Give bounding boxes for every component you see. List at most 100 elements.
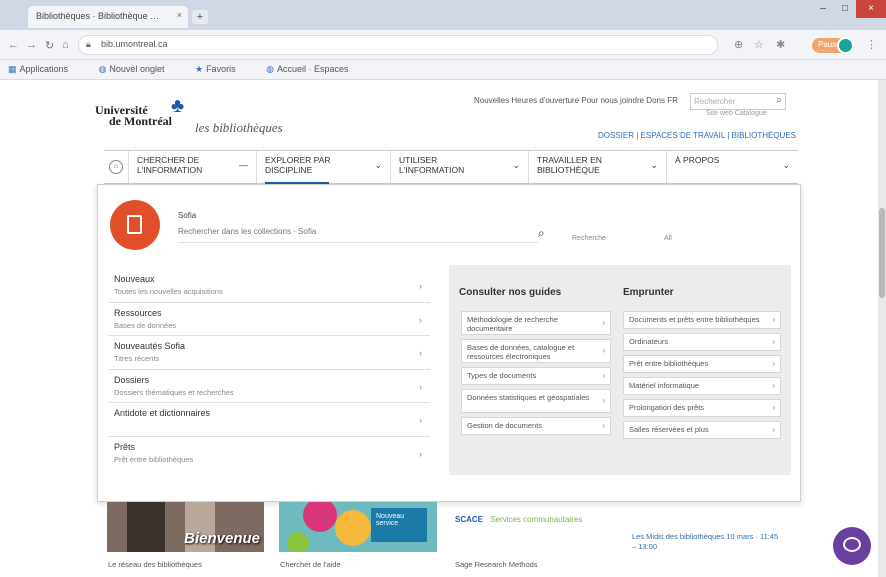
- list-item[interactable]: Nouveautés Sofia Titres récents ›: [108, 336, 430, 370]
- emprunter-link[interactable]: Salles réservées et plus ›: [623, 421, 781, 439]
- site-search-input[interactable]: Rechercher ⌕: [690, 93, 786, 110]
- lock-icon: 🔒︎: [86, 39, 91, 49]
- scace-text: Services communautaires: [490, 515, 583, 524]
- globe-icon: ◍: [98, 64, 107, 74]
- browser-tab[interactable]: Bibliothèques · Bibliothèque … ×: [28, 6, 188, 28]
- close-tab-icon[interactable]: ×: [177, 10, 182, 20]
- list-item[interactable]: Ressources Bases de données ›: [108, 303, 430, 336]
- caption-link[interactable]: Sage Research Methods: [455, 560, 538, 569]
- star-icon[interactable]: ☆: [754, 38, 764, 51]
- bookmarks-bar: ▦ Applications ◍ Nouvel onglet ★ Favoris ◍ A…: [0, 60, 886, 80]
- service-banner[interactable]: Nouveau service: [279, 502, 437, 552]
- nav-label: TRAVAILLER EN BIBLIOTHÈQUE: [537, 155, 602, 175]
- nav-utiliser[interactable]: UTILISER L'INFORMATION ⌄: [390, 151, 528, 183]
- page-scrollbar[interactable]: [878, 80, 886, 577]
- emprunter-link[interactable]: Documents et prêts entre bibliothèques ›: [623, 311, 781, 329]
- search-icon[interactable]: ⌕: [776, 95, 782, 106]
- maximize-icon[interactable]: □: [834, 0, 856, 18]
- decorative-circle: [303, 502, 337, 532]
- sofia-search-label: Sofia: [178, 211, 197, 220]
- url-text: bib.umontreal.ca: [101, 39, 168, 49]
- search-filter-select[interactable]: All: [664, 235, 672, 242]
- list-item-title: Nouveaux: [114, 274, 155, 284]
- avatar: [837, 37, 854, 54]
- nav-travailler[interactable]: TRAVAILLER EN BIBLIOTHÈQUE ⌄: [528, 151, 666, 183]
- chat-button[interactable]: [833, 527, 871, 565]
- nav-explorer[interactable]: EXPLORER PAR DISCIPLINE ⌄: [256, 151, 390, 184]
- scace-banner[interactable]: SCACE Services communautaires: [455, 515, 605, 537]
- site-search-options[interactable]: Site web Catalogue: [706, 110, 767, 117]
- home-icon[interactable]: ⌂: [62, 39, 69, 51]
- bookmark-item[interactable]: ▦ Applications: [8, 64, 82, 74]
- list-item[interactable]: Nouveaux Toutes les nouvelles acquisition…: [108, 269, 430, 303]
- udem-logo-icon: ♣: [171, 95, 185, 117]
- star-icon: ★: [194, 64, 204, 74]
- search-scope-select[interactable]: Recherche: [572, 235, 606, 242]
- menu-icon[interactable]: ⋮: [866, 38, 877, 51]
- browser-titlebar: Bibliothèques · Bibliothèque … × + – □ ×: [0, 0, 886, 30]
- nav-label: EXPLORER PAR DISCIPLINE: [265, 155, 331, 175]
- top-links[interactable]: Nouvelles Heures d'ouverture Pour nous j…: [474, 96, 678, 105]
- emprunter-label: Prolongation des prêts: [629, 403, 705, 412]
- caption-link[interactable]: Le réseau des bibliothèques: [108, 560, 202, 569]
- guide-link[interactable]: Méthodologie de recherche documentaire ›: [461, 311, 611, 335]
- site-logo[interactable]: Université de Montréal ♣ les bibliothèqu…: [95, 96, 283, 134]
- chevron-right-icon: ›: [772, 425, 775, 434]
- profile-button[interactable]: Pause: [812, 37, 854, 54]
- reload-icon[interactable]: ↻: [45, 39, 54, 52]
- welcome-banner[interactable]: Bienvenue: [107, 502, 264, 552]
- emprunter-link[interactable]: Matériel informatique ›: [623, 377, 781, 395]
- sofia-search-input[interactable]: [178, 221, 538, 243]
- extension-icon[interactable]: ✱: [776, 38, 785, 51]
- emprunter-link[interactable]: Prolongation des prêts ›: [623, 399, 781, 417]
- guide-label: Gestion de documents: [467, 421, 543, 430]
- chevron-right-icon: ›: [419, 381, 422, 392]
- list-item[interactable]: Dossiers Dossiers thématiques et recherch…: [108, 370, 430, 403]
- search-icon[interactable]: ⌕: [538, 226, 545, 241]
- forward-icon[interactable]: →: [26, 39, 37, 51]
- back-icon[interactable]: ←: [8, 39, 19, 51]
- list-item-subtitle: Toutes les nouvelles acquisitions: [114, 287, 223, 296]
- zoom-icon[interactable]: ⊕: [734, 38, 743, 51]
- event-link[interactable]: Les Midis des bibliothèques 10 mars · 11…: [632, 532, 782, 552]
- photo-figure: [127, 502, 165, 552]
- new-tab-button[interactable]: +: [192, 10, 208, 24]
- address-bar[interactable]: 🔒︎ bib.umontreal.ca: [78, 35, 718, 55]
- chevron-right-icon: ›: [419, 348, 422, 358]
- guide-link[interactable]: Gestion de documents ›: [461, 417, 611, 435]
- apps-icon: ▦: [8, 64, 17, 74]
- chevron-down-icon: ⌄: [512, 160, 520, 170]
- chevron-right-icon: ›: [419, 415, 422, 425]
- guide-label: Bases de données, catalogue et ressource…: [467, 343, 575, 361]
- close-window-icon[interactable]: ×: [856, 0, 886, 18]
- emprunter-link[interactable]: Prêt entre bibliothèques ›: [623, 355, 781, 373]
- emprunter-heading: Emprunter: [623, 287, 674, 298]
- list-item[interactable]: Prêts Prêt entre bibliothèques ›: [108, 437, 430, 471]
- chevron-right-icon: ›: [602, 396, 605, 405]
- bookmark-item[interactable]: ◍ Accueil · Espaces: [266, 64, 362, 74]
- guide-link[interactable]: Types de documents ›: [461, 367, 611, 385]
- scrollbar-thumb[interactable]: [879, 208, 885, 298]
- chat-bubble-icon: [843, 537, 861, 552]
- bookmark-item[interactable]: ◍ Nouvel onglet: [99, 64, 179, 74]
- guide-link[interactable]: Données statistiques et géospatiales ›: [461, 389, 611, 413]
- decorative-circle: [287, 532, 309, 552]
- account-links[interactable]: DOSSIER | ESPACES DE TRAVAIL | BIBLIOTHÈ…: [598, 131, 796, 140]
- guides-panel: Consulter nos guides Emprunter Méthodolo…: [449, 265, 791, 475]
- nav-home[interactable]: ⌂: [104, 151, 128, 183]
- list-item[interactable]: Antidote et dictionnaires ›: [108, 403, 430, 437]
- minimize-icon[interactable]: –: [812, 0, 834, 18]
- nav-apropos[interactable]: À PROPOS ⌄: [666, 151, 798, 183]
- nav-label: UTILISER L'INFORMATION: [399, 155, 465, 175]
- chevron-right-icon: ›: [772, 359, 775, 368]
- bookmark-item[interactable]: ★ Favoris: [195, 64, 250, 74]
- chevron-right-icon: ›: [772, 315, 775, 324]
- chevron-down-icon: ⌄: [650, 160, 658, 170]
- chevron-down-icon: ⌄: [374, 160, 382, 170]
- guide-link[interactable]: Bases de données, catalogue et ressource…: [461, 339, 611, 363]
- emprunter-label: Salles réservées et plus: [629, 425, 709, 434]
- nav-chercher[interactable]: CHERCHER DE L'INFORMATION —: [128, 151, 256, 183]
- caption-link[interactable]: Chercher de l'aide: [280, 560, 341, 569]
- emprunter-link[interactable]: Ordinateurs ›: [623, 333, 781, 351]
- chevron-right-icon: ›: [419, 281, 422, 291]
